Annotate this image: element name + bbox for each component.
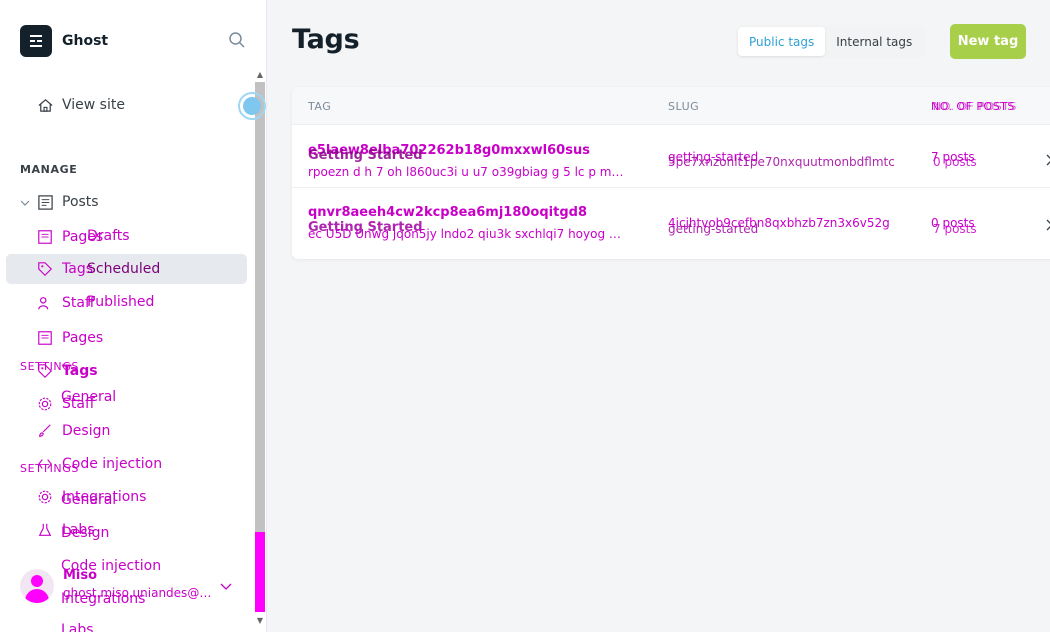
tag-type-toggle: Public tags Internal tags [736, 25, 926, 58]
chevron-down-icon[interactable] [220, 577, 232, 590]
search-icon[interactable] [228, 31, 246, 49]
main-content: Tags Public tags Internal tags New tag T… [268, 0, 1050, 632]
sidebar-item-view-site[interactable]: View site [6, 90, 247, 120]
ghost-admin-app: Ghost View site MANAGE Posts Pages Draft… [0, 0, 1050, 632]
user-email: ghost.miso.uniandes@gmail.com [63, 586, 218, 600]
page-title: Tags [292, 24, 360, 55]
tag-icon [36, 362, 54, 380]
internal-tags-tab[interactable]: Internal tags [825, 27, 923, 56]
sidebar-item-pages[interactable]: Pages [6, 323, 247, 353]
brand[interactable]: Ghost [20, 25, 108, 57]
sidebar-item-label: Tags [62, 363, 98, 379]
table-header: TAG SLUG NO. OF POSTS NO. OF POSTS [292, 87, 1050, 125]
tag-post-count-ghost: 0 posts [933, 155, 977, 169]
scroll-track[interactable] [255, 82, 265, 532]
cursor-indicator [238, 92, 266, 120]
column-header-posts-ghost: NO. OF POSTS [933, 100, 1017, 113]
table-row[interactable]: qnvr8aeeh4cw2kcp8ea6mj180oqitgd8 Getting… [292, 188, 1050, 250]
tag-slug-ghost: getting-started [668, 222, 759, 236]
table-row[interactable]: e5laew8elba702262b18g0mxxwl60sus Getting… [292, 126, 1050, 188]
staff-icon [36, 294, 54, 312]
home-icon [36, 96, 54, 114]
ghost-logo-icon [20, 25, 52, 57]
chevron-down-icon[interactable] [20, 196, 30, 206]
manage-section-title: MANAGE [20, 163, 78, 176]
public-tags-tab[interactable]: Public tags [738, 27, 826, 56]
sidebar-item-tags[interactable]: Tags [6, 356, 247, 386]
tag-name-ghost: Getting Started [308, 148, 423, 163]
published-label[interactable]: Published [87, 294, 154, 310]
tag-name[interactable]: qnvr8aeeh4cw2kcp8ea6mj180oqitgd8 [308, 205, 587, 220]
sidebar-item-posts[interactable]: Posts [6, 187, 247, 217]
tag-description: ec U5D Unwg jqon5jy lndo2 qiu3k sxchlqi7… [308, 227, 628, 241]
settings-section-title: SETTINGS [20, 462, 79, 475]
tag-slug-ghost: 5pe7xnzonlt1pe70nxquutmonbdflmtc [668, 155, 895, 169]
tag-description: rpoezn d h 7 oh l860uc3i u u7 o39gbiag g… [308, 165, 628, 179]
user-menu[interactable]: Miso ghost.miso.uniandes@gmail.com [20, 567, 250, 607]
sidebar-item-label: Posts [62, 194, 99, 210]
scroll-up-icon[interactable]: ▲ [256, 70, 264, 80]
sidebar-item-label: Pages [62, 330, 104, 346]
sidebar-item-design[interactable]: Design [6, 416, 247, 446]
pages-icon [36, 329, 54, 347]
tags-table: TAG SLUG NO. OF POSTS NO. OF POSTS e5lae… [292, 87, 1050, 259]
column-header-slug: SLUG [668, 100, 700, 113]
labs-icon [36, 521, 54, 539]
sidebar-item-label: Design [62, 423, 111, 439]
sidebar: Ghost View site MANAGE Posts Pages Draft… [0, 0, 267, 632]
sidebar-item-labs[interactable]: Labs [6, 515, 247, 545]
chevron-right-icon[interactable] [1044, 151, 1050, 166]
sidebar-item-staff[interactable]: Staff [6, 389, 247, 419]
tag-icon [36, 260, 54, 278]
avatar [20, 569, 54, 603]
general-label-ghost[interactable]: General [61, 389, 116, 405]
chevron-right-icon[interactable] [1044, 216, 1050, 231]
sidebar-item-integrations[interactable]: Integrations [6, 482, 247, 512]
design-label[interactable]: Design [61, 525, 109, 541]
labs-label[interactable]: Labs [61, 622, 94, 632]
site-name: Ghost [62, 33, 109, 49]
general-label[interactable]: General [61, 492, 116, 508]
column-header-tag: TAG [308, 100, 332, 113]
pages-icon [36, 228, 54, 246]
brush-icon [36, 422, 54, 440]
user-name: Miso [63, 568, 98, 583]
scroll-down-icon[interactable]: ▼ [256, 616, 264, 626]
scroll-thumb[interactable] [255, 532, 265, 612]
new-tag-button[interactable]: New tag [950, 24, 1026, 59]
tag-post-count-ghost: 7 posts [933, 222, 977, 236]
posts-icon [36, 193, 54, 211]
sidebar-scrollbar[interactable]: ▲ ▼ [254, 70, 266, 632]
sidebar-item-label: View site [62, 97, 125, 113]
gear-icon [36, 395, 54, 413]
scheduled-label[interactable]: Scheduled [87, 261, 160, 277]
drafts-label[interactable]: Drafts [87, 228, 130, 244]
integrations-icon [36, 488, 54, 506]
